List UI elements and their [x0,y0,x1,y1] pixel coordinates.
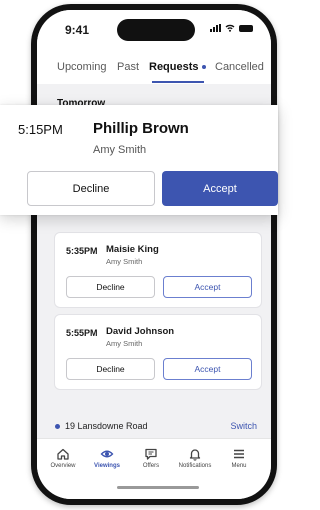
decline-button[interactable]: Decline [66,276,155,298]
tab-past[interactable]: Past [117,61,139,73]
eye-icon [100,450,114,458]
menu-icon [234,449,244,459]
nav-viewings[interactable]: Viewings [85,447,129,469]
accept-button[interactable]: Accept [162,171,278,206]
nav-notifications[interactable]: Notifications [173,447,217,469]
property-dot [55,424,60,429]
notification-dot [201,65,206,70]
property-address: 19 Lansdowne Road [65,421,148,431]
property-selector: 19 Lansdowne Road Switch [37,416,271,438]
wifi-icon [225,24,235,32]
tab-cancelled[interactable]: Cancelled [215,61,264,73]
accept-button[interactable]: Accept [163,276,252,298]
nav-label: Notifications [178,463,212,469]
home-indicator [117,486,199,489]
switch-property-link[interactable]: Switch [230,421,257,431]
status-icons [210,24,253,32]
signal-icon [210,24,221,32]
chat-icon [145,448,157,460]
nav-menu[interactable]: Menu [217,447,261,469]
active-tab-indicator [152,81,204,83]
dynamic-island [117,19,195,41]
nav-offers[interactable]: Offers [129,447,173,469]
status-bar: 9:41 [37,10,271,46]
decline-button[interactable]: Decline [27,171,155,206]
request-card: 5:35PM Maisie King Amy Smith Decline Acc… [54,232,262,308]
battery-icon [239,24,253,32]
tab-requests-label: Requests [149,61,199,73]
request-time: 5:55PM [66,328,98,338]
nav-label: Overview [50,463,76,469]
bottom-nav: Overview Viewings Offers Notifications M… [37,438,271,499]
tab-requests[interactable]: Requests [149,61,206,73]
accept-button[interactable]: Accept [163,358,252,380]
decline-button[interactable]: Decline [66,358,155,380]
nav-overview[interactable]: Overview [41,447,85,469]
request-time: 5:35PM [66,246,98,256]
app-screen: 9:41 Upcoming Past Requests Cancelled To [37,10,271,499]
request-agent: Amy Smith [106,339,143,348]
nav-label: Viewings [94,463,120,469]
request-name: Phillip Brown [93,120,189,137]
status-time: 9:41 [65,23,90,37]
nav-label: Menu [231,463,247,469]
viewing-tabs: Upcoming Past Requests Cancelled [37,46,271,84]
request-agent: Amy Smith [93,144,147,156]
bell-icon [189,449,201,461]
home-icon [57,448,69,460]
tab-upcoming[interactable]: Upcoming [57,61,107,73]
phone-frame: 9:41 Upcoming Past Requests Cancelled To [31,4,277,505]
request-card: 5:55PM David Johnson Amy Smith Decline A… [54,314,262,390]
nav-label: Offers [142,463,160,469]
highlighted-request-card: 5:15PM Phillip Brown Amy Smith Decline A… [0,105,278,215]
request-agent: Amy Smith [106,257,143,266]
request-name: Maisie King [106,244,159,255]
request-name: David Johnson [106,326,175,337]
request-time: 5:15PM [18,122,63,137]
